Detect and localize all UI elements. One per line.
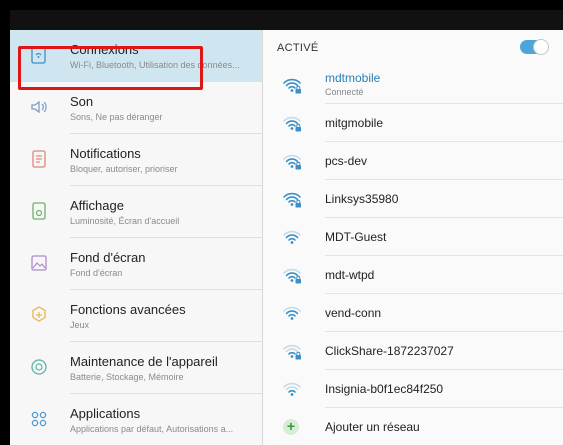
menu-item-title: Applications — [70, 406, 141, 421]
notifications-icon — [32, 150, 46, 168]
network-name: pcs-dev — [325, 154, 368, 168]
menu-item-title: Son — [70, 94, 94, 109]
wifi-locked-icon — [283, 344, 301, 360]
network-name: MDT-Guest — [325, 230, 387, 244]
wifi-locked-icon — [283, 78, 301, 94]
network-status: Connecté — [325, 87, 364, 97]
network-name: Insignia-b0f1ec84f250 — [325, 382, 444, 396]
menu-item-subtitle: Sons, Ne pas déranger — [70, 112, 163, 122]
applications-icon — [31, 411, 47, 427]
wifi-icon — [283, 382, 301, 396]
status-bar — [10, 10, 563, 30]
wifi-toggle[interactable] — [520, 39, 549, 55]
network-name: Linksys35980 — [325, 192, 399, 206]
network-name: mitgmobile — [325, 116, 384, 130]
wifi-network-row[interactable]: Linksys35980 — [263, 180, 563, 218]
wifi-active-label: ACTIVÉ — [277, 42, 319, 54]
menu-item-fond-ecran[interactable]: Fond d'écran Fond d'écran — [10, 238, 262, 290]
settings-menu: Connexions Wi-Fi, Bluetooth, Utilisation… — [10, 30, 262, 445]
wifi-network-row[interactable]: mdtmobile Connecté — [263, 66, 563, 104]
wifi-master-switch-row[interactable]: ACTIVÉ — [263, 30, 563, 66]
wifi-network-row[interactable]: ClickShare-1872237027 — [263, 332, 563, 370]
wifi-network-row[interactable]: mdt-wtpd — [263, 256, 563, 294]
wifi-icon — [283, 306, 301, 320]
highlight-box — [18, 46, 203, 90]
menu-item-notifications[interactable]: Notifications Bloquer, autoriser, priori… — [10, 134, 262, 186]
menu-item-subtitle: Luminosité, Écran d'accueil — [70, 216, 180, 226]
add-network-label: Ajouter un réseau — [325, 420, 420, 434]
speaker-icon — [31, 100, 47, 114]
wifi-network-row[interactable]: MDT-Guest — [263, 218, 563, 256]
network-name: vend-conn — [325, 306, 382, 320]
network-name: ClickShare-1872237027 — [325, 344, 454, 358]
menu-item-title: Notifications — [70, 146, 141, 161]
plus-icon: + — [283, 419, 299, 435]
menu-item-fonctions-avancees[interactable]: Fonctions avancées Jeux — [10, 290, 262, 342]
device-maintenance-icon — [31, 359, 47, 375]
wifi-network-row[interactable]: vend-conn — [263, 294, 563, 332]
menu-item-subtitle: Bloquer, autoriser, prioriser — [70, 164, 178, 174]
menu-item-subtitle: Jeux — [70, 320, 90, 330]
wifi-locked-icon — [283, 154, 301, 170]
menu-item-affichage[interactable]: Affichage Luminosité, Écran d'accueil — [10, 186, 262, 238]
advanced-features-icon — [32, 306, 46, 322]
menu-item-applications[interactable]: Applications Applications par défaut, Au… — [10, 394, 262, 445]
menu-item-maintenance[interactable]: Maintenance de l'appareil Batterie, Stoc… — [10, 342, 262, 394]
menu-item-title: Fond d'écran — [70, 250, 146, 265]
menu-item-subtitle: Applications par défaut, Autorisations a… — [70, 424, 234, 434]
network-name: mdtmobile — [325, 71, 381, 85]
add-network-button[interactable]: + Ajouter un réseau — [263, 408, 563, 445]
wifi-locked-icon — [283, 116, 301, 132]
wifi-icon — [283, 230, 301, 244]
wifi-panel: ACTIVÉ mdtmobile Connecté mitgmobile pcs-de… — [263, 30, 563, 445]
settings-screen: Connexions Wi-Fi, Bluetooth, Utilisation… — [10, 10, 563, 445]
device-frame: Connexions Wi-Fi, Bluetooth, Utilisation… — [0, 0, 563, 445]
wifi-network-row[interactable]: pcs-dev — [263, 142, 563, 180]
menu-item-title: Maintenance de l'appareil — [70, 354, 218, 369]
wifi-network-row[interactable]: Insignia-b0f1ec84f250 — [263, 370, 563, 408]
toggle-knob — [533, 39, 549, 55]
wifi-locked-icon — [283, 268, 301, 284]
wifi-network-row[interactable]: mitgmobile — [263, 104, 563, 142]
menu-item-subtitle: Batterie, Stockage, Mémoire — [70, 372, 184, 382]
network-name: mdt-wtpd — [325, 268, 375, 282]
menu-item-title: Fonctions avancées — [70, 302, 186, 317]
menu-item-title: Affichage — [70, 198, 124, 213]
wifi-locked-icon — [283, 192, 301, 208]
display-icon — [32, 202, 46, 220]
menu-item-subtitle: Fond d'écran — [70, 268, 123, 278]
wallpaper-icon — [31, 255, 47, 271]
